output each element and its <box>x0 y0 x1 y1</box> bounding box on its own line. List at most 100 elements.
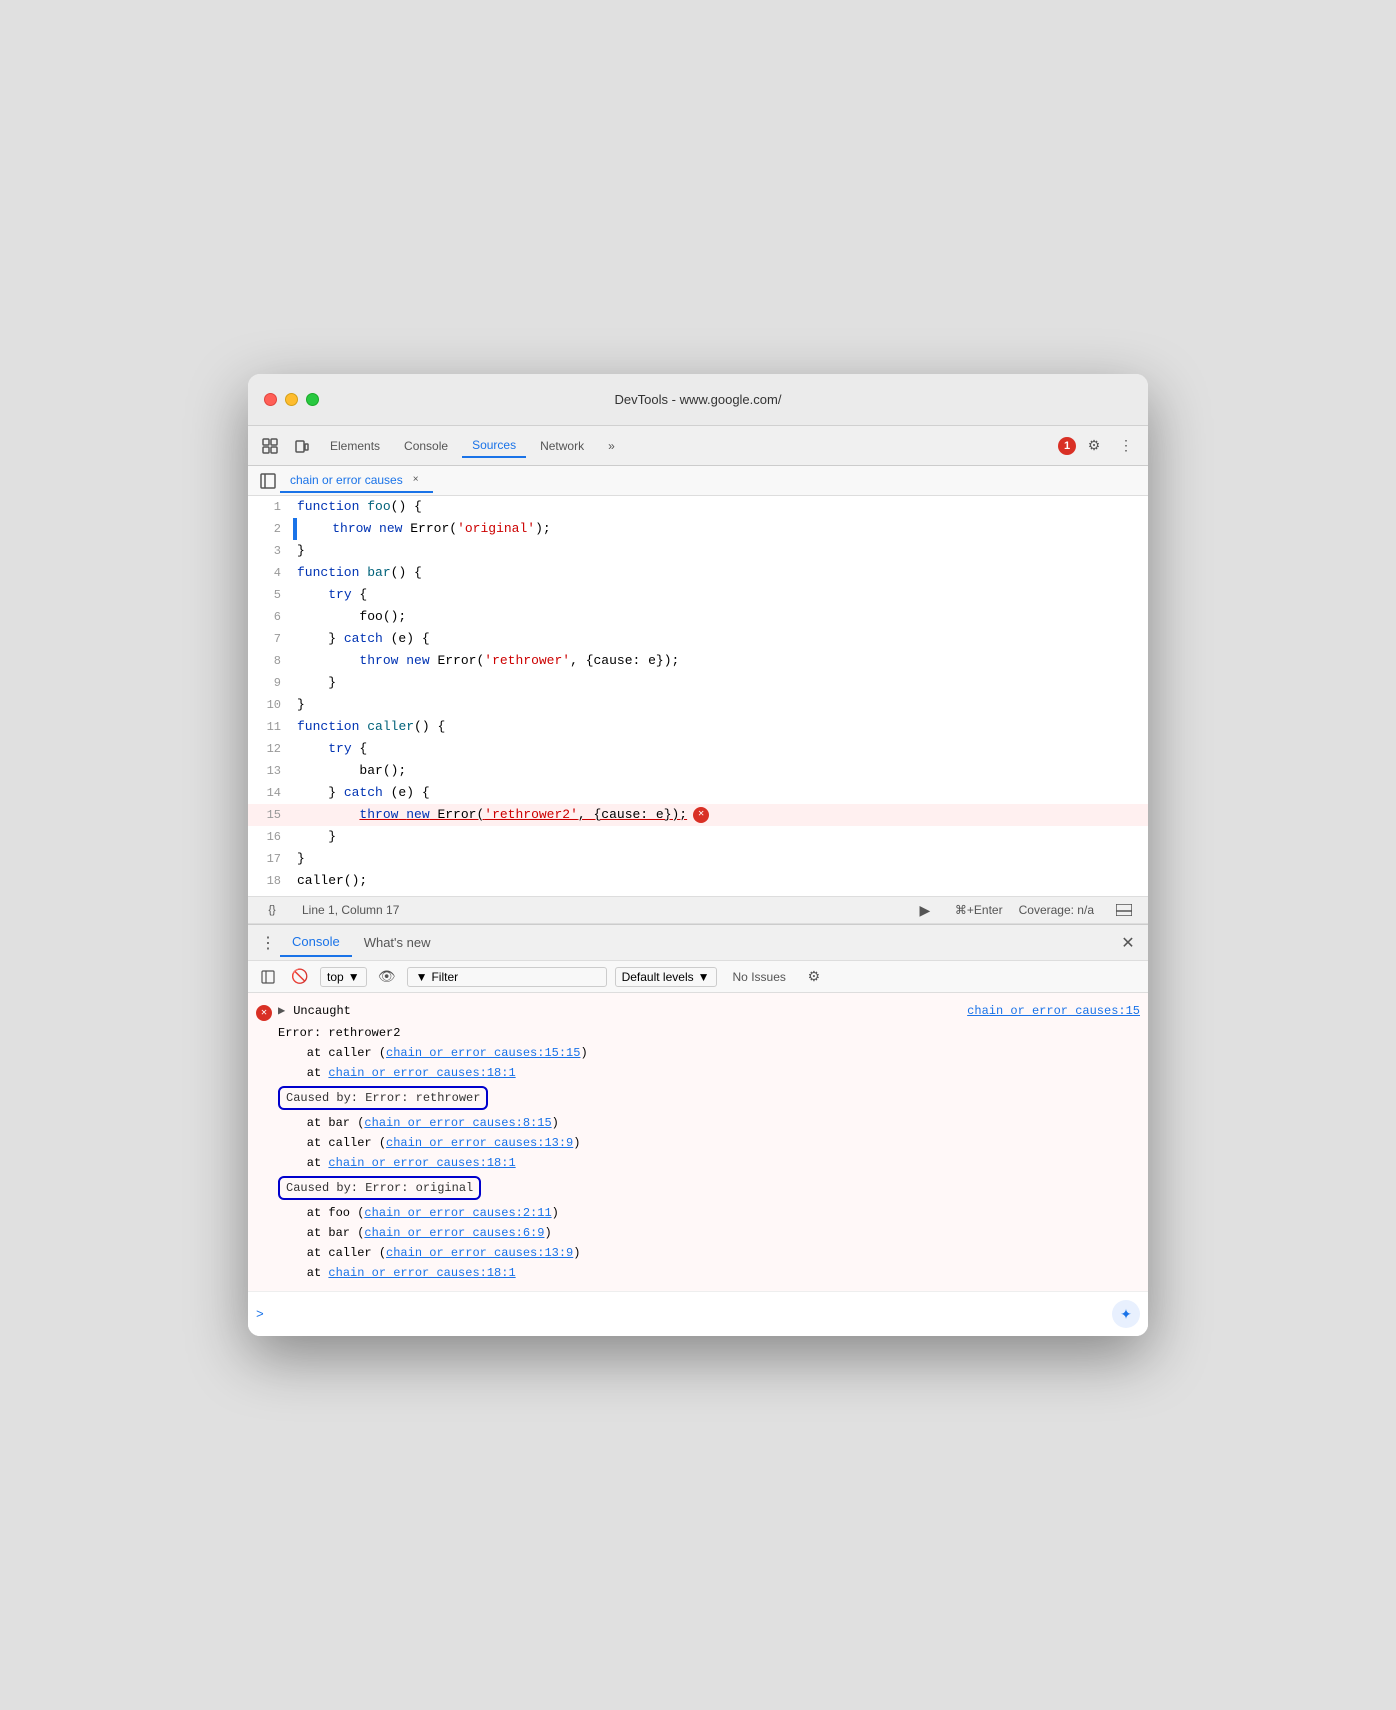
code-line-9: 9 } <box>248 672 1148 694</box>
link-chain-18-1-top[interactable]: chain or error causes:18:1 <box>328 1066 515 1080</box>
coverage-label: Coverage: n/a <box>1019 903 1094 917</box>
tab-more[interactable]: » <box>598 435 625 457</box>
file-tab-label: chain or error causes <box>290 473 403 487</box>
code-line-14: 14 } catch (e) { <box>248 782 1148 804</box>
error-badge-wrap: 1 <box>1058 437 1076 455</box>
link-chain-18-1-a[interactable]: chain or error causes:18:1 <box>328 1156 515 1170</box>
code-line-16: 16 } <box>248 826 1148 848</box>
tab-console[interactable]: Console <box>394 435 458 457</box>
link-chain-15-15[interactable]: chain or error causes:15:15 <box>386 1046 580 1060</box>
code-line-12: 12 try { <box>248 738 1148 760</box>
console-settings-icon[interactable]: ⚙ <box>802 965 826 989</box>
filter-label: Filter <box>431 970 458 984</box>
drawer-icon[interactable] <box>1110 896 1138 924</box>
error-badge: 1 <box>1058 437 1076 455</box>
code-line-10: 10 } <box>248 694 1148 716</box>
devtools-window: DevTools - www.google.com/ Elements Co <box>248 374 1148 1336</box>
run-shortcut: ⌘+Enter <box>955 903 1003 917</box>
code-editor[interactable]: 1 function foo() { 2 throw new Error('or… <box>248 496 1148 896</box>
link-chain-6-9[interactable]: chain or error causes:6:9 <box>364 1226 544 1240</box>
tab-whats-new[interactable]: What's new <box>352 929 443 956</box>
code-line-6: 6 foo(); <box>248 606 1148 628</box>
stack-line-caller-15: at caller (chain or error causes:15:15) <box>248 1043 1148 1063</box>
context-chevron-icon: ▼ <box>348 970 360 984</box>
file-tabbar: chain or error causes × <box>248 466 1148 496</box>
console-tabbar: ⋮ Console What's new ✕ <box>248 925 1148 961</box>
tab-elements[interactable]: Elements <box>320 435 390 457</box>
stack-18-1-b: at chain or error causes:18:1 <box>248 1263 1148 1283</box>
context-selector[interactable]: top ▼ <box>320 967 367 987</box>
console-close-icon[interactable]: ✕ <box>1116 931 1140 955</box>
console-output[interactable]: ✕ ▶ Uncaught chain or error causes:15 Er… <box>248 993 1148 1291</box>
console-toolbar: 🚫 top ▼ 👁 ▼ Filter Default levels ▼ No I… <box>248 961 1148 993</box>
more-options-icon[interactable]: ⋮ <box>1112 432 1140 460</box>
code-line-15: 15 throw new Error('rethrower2', {cause:… <box>248 804 1148 826</box>
link-chain-13-9-a[interactable]: chain or error causes:13:9 <box>386 1136 573 1150</box>
filter-input[interactable]: ▼ Filter <box>407 967 607 987</box>
stack-18-1-a: at chain or error causes:18:1 <box>248 1153 1148 1173</box>
source-link-15[interactable]: chain or error causes:15 <box>967 1004 1140 1018</box>
code-line-2: 2 throw new Error('original'); <box>248 518 1148 540</box>
titlebar: DevTools - www.google.com/ <box>248 374 1148 426</box>
code-line-1: 1 function foo() { <box>248 496 1148 518</box>
expand-arrow-icon[interactable]: ▶ <box>278 1003 285 1018</box>
traffic-lights <box>264 393 319 406</box>
code-line-4: 4 function bar() { <box>248 562 1148 584</box>
sidebar-panel-icon[interactable] <box>256 965 280 989</box>
link-chain-18-1-b[interactable]: chain or error causes:18:1 <box>328 1266 515 1280</box>
tab-network[interactable]: Network <box>530 435 594 457</box>
file-tab-chain-or-error-causes[interactable]: chain or error causes × <box>280 469 433 493</box>
error-entry-content: ▶ Uncaught chain or error causes:15 <box>278 1003 1140 1018</box>
cursor-position: Line 1, Column 17 <box>302 903 399 917</box>
tab-console-bottom[interactable]: Console <box>280 928 352 957</box>
stack-bar-8-15: at bar (chain or error causes:8:15) <box>248 1113 1148 1133</box>
devtools-nav: Elements Console Sources Network » 1 ⚙ ⋮ <box>248 426 1148 466</box>
maximize-button[interactable] <box>306 393 319 406</box>
file-tab-close-icon[interactable]: × <box>409 473 423 487</box>
status-bar: {} Line 1, Column 17 ▶ ⌘+Enter Coverage:… <box>248 896 1148 924</box>
console-more-icon[interactable]: ⋮ <box>256 931 280 955</box>
window-title: DevTools - www.google.com/ <box>615 392 782 407</box>
inspect-element-icon[interactable] <box>256 432 284 460</box>
code-line-18: 18 caller(); <box>248 870 1148 892</box>
error-icon: ✕ <box>256 1005 272 1021</box>
status-right: ▶ ⌘+Enter Coverage: n/a <box>911 896 1138 924</box>
context-label: top <box>327 970 344 984</box>
code-line-13: 13 bar(); <box>248 760 1148 782</box>
link-chain-2-11[interactable]: chain or error causes:2:11 <box>364 1206 551 1220</box>
stack-bar-6-9: at bar (chain or error causes:6:9) <box>248 1223 1148 1243</box>
code-line-11: 11 function caller() { <box>248 716 1148 738</box>
stack-caller-13-9-a: at caller (chain or error causes:13:9) <box>248 1133 1148 1153</box>
ai-assist-icon[interactable]: ✦ <box>1112 1300 1140 1328</box>
format-icon[interactable]: {} <box>258 896 286 924</box>
code-line-7: 7 } catch (e) { <box>248 628 1148 650</box>
stack-foo-2-11: at foo (chain or error causes:2:11) <box>248 1203 1148 1223</box>
caused-by-original: Caused by: Error: original <box>248 1173 1148 1203</box>
caused-by-rethrower-box: Caused by: Error: rethrower <box>278 1086 488 1110</box>
run-icon[interactable]: ▶ <box>911 896 939 924</box>
caused-by-rethrower: Caused by: Error: rethrower <box>248 1083 1148 1113</box>
settings-icon[interactable]: ⚙ <box>1080 432 1108 460</box>
levels-label: Default levels <box>622 970 694 984</box>
link-chain-13-9-b[interactable]: chain or error causes:13:9 <box>386 1246 573 1260</box>
code-line-17: 17 } <box>248 848 1148 870</box>
error-message-rethrower2: Error: rethrower2 <box>248 1023 1148 1043</box>
close-button[interactable] <box>264 393 277 406</box>
eye-icon[interactable]: 👁 <box>375 965 399 989</box>
levels-chevron-icon: ▼ <box>698 970 710 984</box>
clear-console-icon[interactable]: 🚫 <box>288 965 312 989</box>
minimize-button[interactable] <box>285 393 298 406</box>
console-section: ⋮ Console What's new ✕ 🚫 top ▼ 👁 <box>248 924 1148 1336</box>
console-error-entry: ✕ ▶ Uncaught chain or error causes:15 <box>248 1001 1148 1023</box>
code-line-5: 5 try { <box>248 584 1148 606</box>
tab-sources[interactable]: Sources <box>462 434 526 458</box>
stack-caller-13-9-b: at caller (chain or error causes:13:9) <box>248 1243 1148 1263</box>
error-indicator: ✕ <box>693 807 709 823</box>
code-line-3: 3 } <box>248 540 1148 562</box>
caused-by-original-box: Caused by: Error: original <box>278 1176 481 1200</box>
sidebar-toggle-icon[interactable] <box>256 469 280 493</box>
link-chain-8-15[interactable]: chain or error causes:8:15 <box>364 1116 551 1130</box>
device-toolbar-icon[interactable] <box>288 432 316 460</box>
levels-selector[interactable]: Default levels ▼ <box>615 967 717 987</box>
filter-icon: ▼ <box>416 970 428 984</box>
